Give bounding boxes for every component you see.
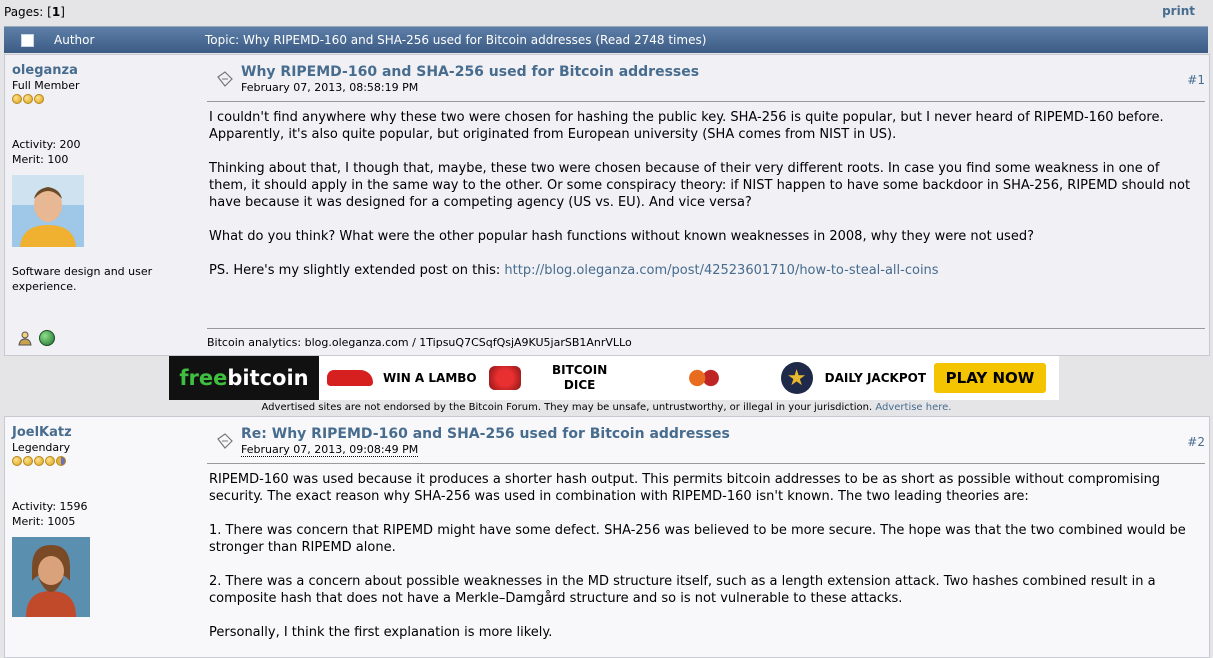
post-paragraph: Thinking about that, I though that, mayb… bbox=[209, 161, 1191, 210]
star-icon bbox=[23, 94, 33, 104]
top-bar: Pages: [1] print bbox=[0, 0, 1213, 24]
post-number-link[interactable]: #1 bbox=[1187, 73, 1205, 87]
merit-count: Merit: 100 bbox=[12, 153, 69, 166]
car-icon bbox=[327, 370, 373, 386]
poster-info: oleganza Full Member Activity: 200 Merit… bbox=[12, 63, 192, 294]
activity-count: Activity: 1596 bbox=[12, 500, 88, 513]
star-icon bbox=[12, 94, 22, 104]
post-paragraph: I couldn't find anywhere why these two w… bbox=[209, 110, 1164, 142]
ad-banner[interactable]: free bitcoin WIN A LAMBO BITCOIN DICE ★ D… bbox=[169, 356, 1059, 400]
ps-text: PS. Here's my slightly extended post on … bbox=[209, 263, 505, 278]
topic-icon bbox=[21, 34, 34, 47]
post-date: February 07, 2013, 08:58:19 PM bbox=[241, 81, 419, 94]
post-paragraph: 2. There was a concern about possible we… bbox=[209, 574, 1156, 606]
pagination: Pages: [1] bbox=[4, 5, 65, 19]
poster-rank: Legendary bbox=[12, 441, 71, 454]
rank-stars bbox=[12, 456, 192, 466]
signature: Bitcoin analytics: blog.oleganza.com / 1… bbox=[207, 336, 632, 349]
star-icon bbox=[34, 456, 44, 466]
poster-bio: Software design and user experience. bbox=[12, 265, 153, 293]
post-body: I couldn't find anywhere why these two w… bbox=[209, 109, 1199, 296]
ad-dice-text: BITCOIN DICE bbox=[551, 363, 608, 392]
poster-info: JoelKatz Legendary Activity: 1596 Merit:… bbox=[12, 425, 192, 621]
divider bbox=[207, 463, 1205, 464]
dice-icon bbox=[488, 366, 521, 390]
pages-label: Pages: [ bbox=[4, 5, 52, 19]
post-subject-icon bbox=[217, 433, 233, 449]
jackpot-star-icon: ★ bbox=[780, 362, 813, 394]
pages-close: ] bbox=[60, 5, 65, 19]
post-date: February 07, 2013, 09:08:49 PM bbox=[241, 443, 419, 457]
play-now-button[interactable]: PLAY NOW bbox=[934, 363, 1047, 393]
avatar bbox=[12, 537, 90, 617]
website-globe-icon[interactable] bbox=[39, 330, 55, 346]
post-subject-icon bbox=[217, 71, 233, 87]
author-column-header: Author bbox=[54, 33, 95, 47]
poster-name[interactable]: JoelKatz bbox=[12, 425, 72, 440]
post-number-link[interactable]: #2 bbox=[1187, 435, 1205, 449]
advertise-link[interactable]: Advertise here. bbox=[875, 402, 951, 413]
freebitcoin-logo: free bitcoin bbox=[169, 356, 319, 400]
star-icon bbox=[34, 94, 44, 104]
poster-rank: Full Member bbox=[12, 79, 80, 92]
post-paragraph: 1. There was concern that RIPEMD might h… bbox=[209, 523, 1186, 555]
merit-count: Merit: 1005 bbox=[12, 515, 76, 528]
ad-jackpot-text: DAILY JACKPOT bbox=[824, 371, 927, 385]
ad-area: free bitcoin WIN A LAMBO BITCOIN DICE ★ D… bbox=[0, 354, 1213, 416]
star-icon bbox=[23, 456, 33, 466]
profile-icon[interactable] bbox=[17, 330, 33, 346]
post-body: RIPEMD-160 was used because it produces … bbox=[209, 471, 1199, 658]
star-icon bbox=[56, 456, 66, 466]
post-subject-link[interactable]: Re: Why RIPEMD-160 and SHA-256 used for … bbox=[241, 426, 730, 442]
post-subject-link[interactable]: Why RIPEMD-160 and SHA-256 used for Bitc… bbox=[241, 64, 699, 80]
sports-balls-icon bbox=[686, 367, 721, 389]
rank-stars bbox=[12, 94, 192, 104]
ad-lambo-text: WIN A LAMBO bbox=[383, 371, 477, 385]
avatar bbox=[12, 175, 84, 247]
topic-title: Topic: Why RIPEMD-160 and SHA-256 used f… bbox=[205, 33, 707, 47]
poster-icons bbox=[17, 330, 55, 346]
topic-header-bar: Author Topic: Why RIPEMD-160 and SHA-256… bbox=[4, 26, 1208, 53]
post-1: oleganza Full Member Activity: 200 Merit… bbox=[4, 54, 1210, 356]
blog-link[interactable]: http://blog.oleganza.com/post/4252360171… bbox=[504, 263, 938, 278]
current-page: 1 bbox=[51, 5, 61, 19]
post-2: JoelKatz Legendary Activity: 1596 Merit:… bbox=[4, 416, 1210, 658]
divider bbox=[207, 101, 1205, 102]
star-icon bbox=[12, 456, 22, 466]
print-link[interactable]: print bbox=[1162, 4, 1195, 18]
activity-count: Activity: 200 bbox=[12, 138, 81, 151]
ad-disclaimer: Advertised sites are not endorsed by the… bbox=[261, 402, 952, 413]
poster-name[interactable]: oleganza bbox=[12, 63, 78, 78]
star-icon bbox=[45, 456, 55, 466]
post-paragraph: What do you think? What were the other p… bbox=[209, 229, 1034, 244]
post-paragraph-ps: PS. Here's my slightly extended post on … bbox=[209, 262, 1199, 279]
signature-divider bbox=[207, 328, 1205, 329]
post-paragraph: Personally, I think the first explanatio… bbox=[209, 625, 553, 640]
post-paragraph: RIPEMD-160 was used because it produces … bbox=[209, 472, 1161, 504]
